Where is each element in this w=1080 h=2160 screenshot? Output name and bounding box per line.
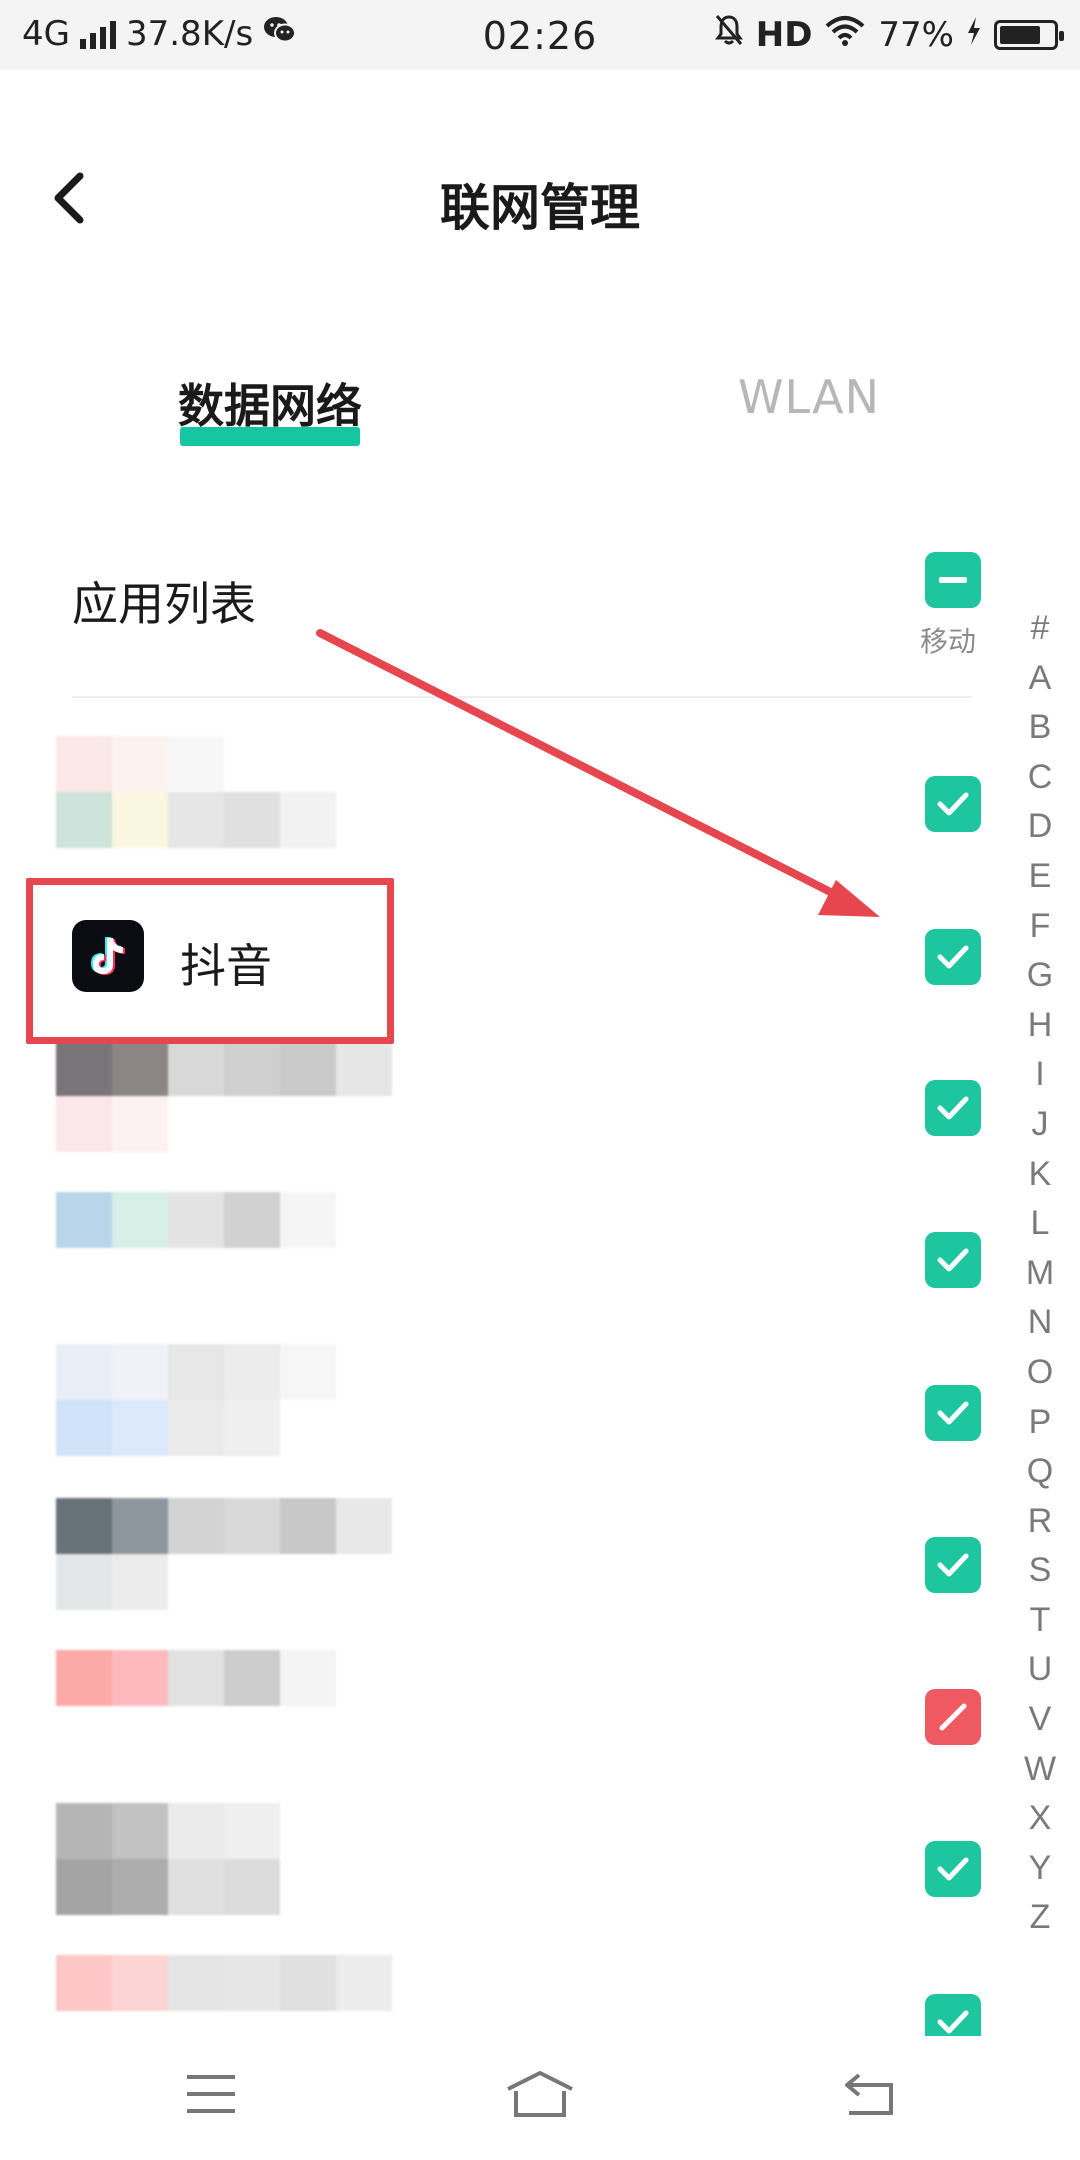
index-letter[interactable]: C xyxy=(1020,753,1060,803)
index-letter[interactable]: J xyxy=(1020,1100,1060,1150)
check-icon xyxy=(937,2010,969,2034)
hd-label: HD xyxy=(755,14,813,55)
app-row[interactable] xyxy=(0,1650,1000,1802)
battery-level xyxy=(1000,25,1041,44)
index-letter[interactable]: V xyxy=(1020,1695,1060,1745)
home-icon xyxy=(504,2069,576,2123)
mobile-data-checkbox-disabled[interactable] xyxy=(925,1689,981,1745)
index-letter[interactable]: Z xyxy=(1020,1893,1060,1943)
app-row[interactable] xyxy=(0,1498,1000,1650)
charging-icon xyxy=(966,15,982,55)
return-button[interactable] xyxy=(834,2066,904,2126)
index-letter[interactable]: X xyxy=(1020,1794,1060,1844)
battery-icon xyxy=(994,19,1064,50)
app-row[interactable] xyxy=(0,1803,1000,1955)
check-icon xyxy=(937,792,969,816)
list-divider xyxy=(72,696,972,698)
mobile-data-checkbox-checked[interactable] xyxy=(925,1841,981,1897)
status-bar: 4G 37.8K/s 02:26 HD 77% xyxy=(0,0,1080,70)
menu-button[interactable] xyxy=(176,2066,246,2126)
battery-percent: 77% xyxy=(878,14,954,55)
index-letter[interactable]: I xyxy=(1020,1050,1060,1100)
index-letter[interactable]: W xyxy=(1020,1745,1060,1795)
minus-icon xyxy=(939,577,967,583)
mobile-data-checkbox-checked[interactable] xyxy=(925,1385,981,1441)
index-letter[interactable]: U xyxy=(1020,1645,1060,1695)
index-letter[interactable]: R xyxy=(1020,1497,1060,1547)
index-letter[interactable]: # xyxy=(1020,604,1060,654)
slash-icon xyxy=(939,1703,967,1731)
app-row[interactable] xyxy=(0,1040,1000,1192)
index-letter[interactable]: K xyxy=(1020,1150,1060,1200)
check-icon xyxy=(937,1857,969,1881)
index-letter[interactable]: D xyxy=(1020,802,1060,852)
mobile-data-checkbox-checked[interactable] xyxy=(925,929,981,985)
app-header: 联网管理 xyxy=(0,70,1080,330)
index-letter[interactable]: S xyxy=(1020,1546,1060,1596)
mobile-column-label: 移动 xyxy=(920,625,977,658)
index-letter[interactable]: G xyxy=(1020,951,1060,1001)
app-row[interactable] xyxy=(0,736,1000,888)
index-letter[interactable]: T xyxy=(1020,1596,1060,1646)
menu-icon xyxy=(184,2071,238,2121)
index-letter[interactable]: N xyxy=(1020,1298,1060,1348)
return-icon xyxy=(841,2069,897,2123)
index-letter[interactable]: F xyxy=(1020,902,1060,952)
check-icon xyxy=(937,1248,969,1272)
list-title: 应用列表 xyxy=(72,577,256,631)
tab-wlan[interactable]: WLAN xyxy=(738,370,880,424)
app-row[interactable] xyxy=(0,1344,1000,1496)
bottom-navigation xyxy=(0,2036,1080,2160)
check-icon xyxy=(937,945,969,969)
index-letter[interactable]: H xyxy=(1020,1001,1060,1051)
mobile-data-checkbox-checked[interactable] xyxy=(925,1537,981,1593)
mobile-data-checkbox-checked[interactable] xyxy=(925,776,981,832)
select-all-mobile-toggle[interactable] xyxy=(925,552,981,608)
page-title: 联网管理 xyxy=(440,179,640,237)
check-icon xyxy=(937,1401,969,1425)
home-button[interactable] xyxy=(505,2066,575,2126)
mobile-data-checkbox-checked[interactable] xyxy=(925,1080,981,1136)
index-letter[interactable]: O xyxy=(1020,1348,1060,1398)
index-letter[interactable]: P xyxy=(1020,1398,1060,1448)
index-letter[interactable]: A xyxy=(1020,654,1060,704)
index-letter[interactable]: M xyxy=(1020,1249,1060,1299)
check-icon xyxy=(937,1096,969,1120)
alphabet-index[interactable]: # A B C D E F G H I J K L M N O P Q R S T U V W X Y Z xyxy=(1020,604,1060,1943)
check-icon xyxy=(937,1553,969,1577)
mobile-data-checkbox-checked[interactable] xyxy=(925,1232,981,1288)
index-letter[interactable]: L xyxy=(1020,1199,1060,1249)
index-letter[interactable]: Q xyxy=(1020,1447,1060,1497)
mute-bell-icon xyxy=(714,14,744,55)
annotation-highlight-box xyxy=(26,878,394,1044)
index-letter[interactable]: Y xyxy=(1020,1844,1060,1894)
status-right: HD 77% xyxy=(714,14,1064,55)
wifi-icon xyxy=(824,14,866,55)
index-letter[interactable]: E xyxy=(1020,852,1060,902)
app-row[interactable] xyxy=(0,1192,1000,1344)
index-letter[interactable]: B xyxy=(1020,703,1060,753)
active-tab-indicator xyxy=(180,427,360,446)
